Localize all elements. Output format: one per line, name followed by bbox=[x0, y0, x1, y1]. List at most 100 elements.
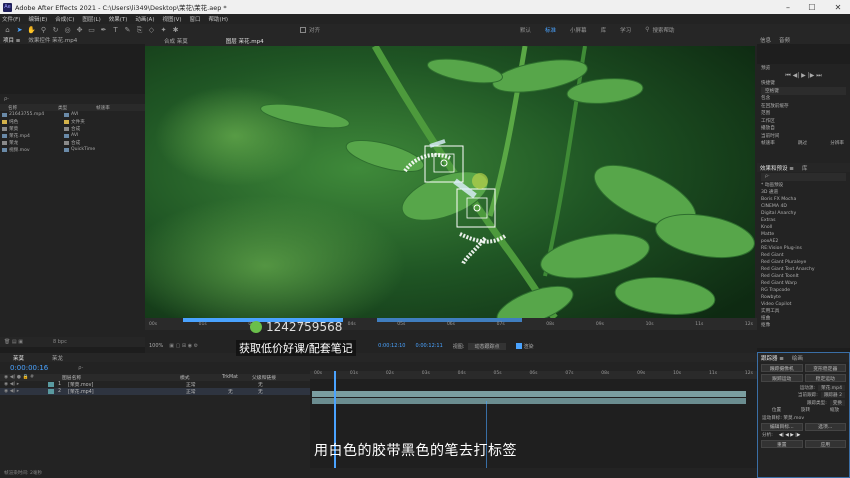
layer-bar-2[interactable] bbox=[312, 398, 746, 404]
warp-stabilizer-button[interactable]: 变形稳定器 bbox=[804, 364, 846, 372]
visibility-icon[interactable]: ◉ ◀) ▸ bbox=[0, 389, 48, 394]
minimize-icon[interactable]: – bbox=[776, 0, 800, 14]
selection-tool-icon[interactable]: ➤ bbox=[15, 26, 24, 34]
rotation-checkbox[interactable]: 旋转 bbox=[801, 407, 810, 413]
tab-paint[interactable]: 绘画 bbox=[792, 354, 803, 362]
current-track-dropdown[interactable]: 跟踪器 2 bbox=[820, 392, 845, 399]
column-fps[interactable]: 帧速率 bbox=[96, 105, 110, 111]
list-item[interactable]: Boris FX Mocha bbox=[757, 196, 850, 203]
list-item[interactable]: 茉莫 合成 bbox=[0, 125, 145, 132]
list-item[interactable]: Video Copilot bbox=[757, 301, 850, 308]
options-button[interactable]: 选项... bbox=[804, 422, 846, 431]
list-item[interactable]: 3D 通道 bbox=[757, 189, 850, 196]
workspace-small-screen[interactable]: 小屏幕 bbox=[570, 26, 587, 34]
list-item[interactable]: 纯色 文件夹 bbox=[0, 118, 145, 125]
align-checkbox[interactable] bbox=[300, 26, 306, 33]
workspace-library[interactable]: 库 bbox=[601, 26, 607, 34]
eraser-tool-icon[interactable]: ◇ bbox=[147, 26, 156, 34]
camera-tool-icon[interactable]: ◎ bbox=[63, 26, 72, 34]
menu-file[interactable]: 文件(F) bbox=[2, 15, 20, 23]
column-type[interactable]: 类型 bbox=[58, 105, 96, 111]
list-item[interactable]: CINEMA 4D bbox=[757, 203, 850, 210]
list-item[interactable]: 茉花.mp4 AVI bbox=[0, 132, 145, 139]
roto-tool-icon[interactable]: ✦ bbox=[159, 26, 168, 34]
tab-tracker[interactable]: 跟踪器 ≡ bbox=[761, 354, 784, 362]
workspace-default[interactable]: 默认 bbox=[520, 26, 531, 34]
search-help-icon[interactable]: ⚲ bbox=[645, 26, 649, 33]
column-trkmat[interactable]: TrkMat bbox=[222, 375, 252, 380]
visibility-icon[interactable]: ◉ ◀) ▸ bbox=[0, 382, 48, 387]
layer-trkmat[interactable]: 无 bbox=[228, 388, 258, 395]
text-tool-icon[interactable]: T bbox=[111, 26, 120, 34]
shortcut-dropdown[interactable]: 空格键 bbox=[761, 87, 846, 95]
maximize-icon[interactable]: ☐ bbox=[800, 0, 824, 14]
column-name[interactable]: 名称 bbox=[0, 105, 58, 111]
list-item[interactable]: * 动画预设 bbox=[757, 182, 850, 189]
trash-icon[interactable]: 🗑 ▤ ▣ bbox=[4, 339, 23, 345]
motion-source-dropdown[interactable]: 茉花.mp4 bbox=[818, 384, 845, 391]
effects-search-input[interactable]: ρ- bbox=[761, 173, 846, 181]
playback-controls-icon[interactable]: ⏮ ◀| ▶ |▶ ⏭ bbox=[757, 72, 850, 80]
reset-button[interactable]: 重置 bbox=[761, 440, 803, 448]
tab-library[interactable]: 库 bbox=[802, 164, 808, 172]
pen-tool-icon[interactable]: ✒ bbox=[99, 26, 108, 34]
list-item[interactable]: Red Giant Text Anarchy bbox=[757, 266, 850, 273]
list-item[interactable]: RE:Vision Plug-ins bbox=[757, 245, 850, 252]
track-motion-button[interactable]: 跟踪运动 bbox=[761, 374, 803, 382]
list-item[interactable]: Red Giant Warp bbox=[757, 280, 850, 287]
tab-layer[interactable]: 图层 茉花.mp4 bbox=[226, 37, 264, 45]
list-item[interactable]: Matte bbox=[757, 231, 850, 238]
layer-viewer[interactable] bbox=[145, 46, 755, 318]
menu-view[interactable]: 视图(V) bbox=[162, 15, 181, 23]
duration-time[interactable]: 0:00:12:11 bbox=[415, 343, 442, 349]
tab-timeline-comp[interactable]: 茉莫 bbox=[13, 354, 24, 362]
timeline-search-input[interactable]: ρ- bbox=[78, 365, 83, 371]
tab-timeline-comp-2[interactable]: 茉龙 bbox=[52, 354, 63, 362]
track-type-dropdown[interactable]: 变换 bbox=[829, 399, 845, 406]
column-parent[interactable]: 父级和链接 bbox=[252, 374, 276, 381]
project-search-input[interactable]: ρ- bbox=[0, 94, 145, 104]
timeline-current-time[interactable]: 0:00:00:16 bbox=[10, 364, 48, 372]
layer-bar-1[interactable] bbox=[312, 391, 746, 397]
play-from-dropdown[interactable]: 当前时间 bbox=[757, 132, 850, 140]
tab-info[interactable]: 信息 bbox=[760, 36, 771, 44]
stabilize-motion-button[interactable]: 稳定运动 bbox=[804, 374, 846, 382]
tab-audio[interactable]: 音频 bbox=[779, 36, 790, 44]
tab-effects-presets[interactable]: 效果和预设 ≡ bbox=[760, 164, 794, 172]
search-help-input[interactable]: 搜索帮助 bbox=[653, 26, 675, 34]
list-item[interactable]: Digital Anarchy bbox=[757, 210, 850, 217]
pan-behind-tool-icon[interactable]: ✥ bbox=[75, 26, 84, 34]
brush-tool-icon[interactable]: ✎ bbox=[123, 26, 132, 34]
menu-window[interactable]: 窗口 bbox=[190, 15, 201, 23]
close-icon[interactable]: ✕ bbox=[826, 0, 850, 14]
workspace-learn[interactable]: 学习 bbox=[620, 26, 631, 34]
tab-project[interactable]: 项目 ≡ bbox=[3, 36, 20, 44]
viewer-options-icon[interactable]: ▣ ▢ ⊞ ◉ ⚙ bbox=[169, 343, 198, 349]
clone-tool-icon[interactable]: ⎘ bbox=[135, 26, 144, 34]
menu-edit[interactable]: 编辑(E) bbox=[28, 15, 47, 23]
workspace-standard[interactable]: 标准 bbox=[545, 26, 556, 34]
layer-time-ruler[interactable]: 00s01s02s03s04s05s06s07s08s09s10s11s12s bbox=[145, 318, 757, 330]
home-icon[interactable]: ⌂ bbox=[3, 26, 12, 34]
view-mode-dropdown[interactable]: 动态跟踪点 bbox=[468, 342, 506, 350]
list-item[interactable]: 茉龙 合成 bbox=[0, 139, 145, 146]
list-item[interactable]: 抠像 bbox=[757, 322, 850, 329]
menu-layer[interactable]: 图层(L) bbox=[82, 15, 100, 23]
column-mode[interactable]: 模式 bbox=[180, 374, 222, 381]
column-layer-name[interactable]: 图层名称 bbox=[62, 374, 180, 381]
list-item[interactable]: RG Trapcode bbox=[757, 287, 850, 294]
timeline-ruler[interactable]: 00s 01s 02s 03s 04s 05s 06s 07s 08s 09s 10s 11s 12s bbox=[310, 371, 757, 379]
layer-mode[interactable]: 正常 bbox=[186, 388, 228, 395]
list-item[interactable]: Extras bbox=[757, 217, 850, 224]
position-checkbox[interactable]: 位置 bbox=[772, 407, 781, 413]
range-dropdown[interactable]: 工作区 bbox=[757, 117, 850, 125]
rectangle-tool-icon[interactable]: ▭ bbox=[87, 26, 96, 34]
list-item[interactable]: 21643755.mp4 AVI bbox=[0, 111, 145, 118]
list-item[interactable]: poxAE2 bbox=[757, 238, 850, 245]
list-item[interactable]: Rowbyte bbox=[757, 294, 850, 301]
tab-effect-controls[interactable]: 效果控件 茉花.mp4 bbox=[28, 36, 77, 44]
hand-tool-icon[interactable]: ✋ bbox=[27, 26, 36, 34]
scale-checkbox[interactable]: 缩放 bbox=[830, 407, 839, 413]
layer-name[interactable]: [茉花.mp4] bbox=[68, 388, 186, 395]
apply-button[interactable]: 应用 bbox=[804, 440, 846, 448]
